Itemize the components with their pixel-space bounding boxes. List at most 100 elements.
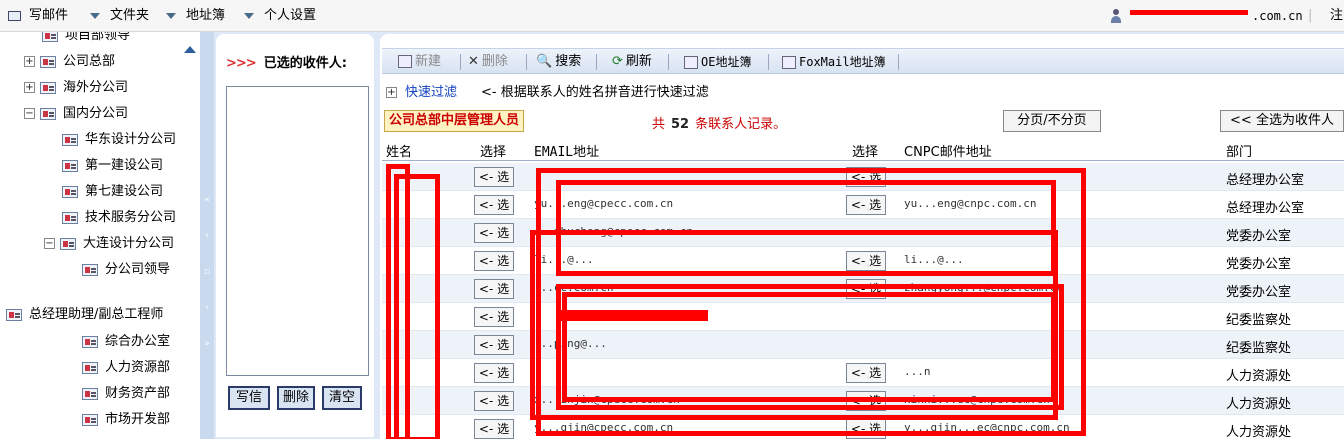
toolbar-separator [526,54,527,70]
mail-icon [8,10,21,21]
select-email-button[interactable]: <- 选 [474,335,514,355]
select-email-button[interactable]: <- 选 [474,391,514,411]
tree-node[interactable]: 华东设计分公司 [62,131,176,149]
tree-node[interactable]: + 公司总部 [24,53,115,71]
paging-toggle-button[interactable]: 分页/不分页 [1003,110,1101,132]
close-icon: ✕ [468,54,479,69]
compose-menu[interactable]: 写邮件 [8,7,68,25]
toolbar-separator [596,54,597,70]
header-select: 选择 [480,145,507,160]
toolbar-separator [768,54,769,70]
department-cell: 总经理办公室 [1226,173,1305,188]
delete-label: 删除 [481,54,508,69]
quick-filter-link[interactable]: 快速过滤 [405,85,457,100]
tree-node[interactable]: 总经理助理/副总工程师 [6,306,163,324]
tree-node[interactable]: 技术服务分公司 [62,209,176,227]
new-label: 新建 [415,54,442,69]
select-email-button[interactable]: <- 选 [474,307,514,327]
header-email[interactable]: EMAIL地址 [534,141,599,160]
collapse-left-icon[interactable]: « [203,196,211,205]
tree-node[interactable]: 市场开发部 [82,411,170,429]
select-email-button[interactable]: <- 选 [474,251,514,271]
select-email-button[interactable]: <- 选 [474,419,514,439]
scroll-up-icon[interactable] [184,46,196,53]
department-cell: 党委办公室 [1226,229,1292,244]
contact-card-icon [40,55,56,68]
department-cell: 党委办公室 [1226,285,1292,300]
recipients-panel: >>> 已选的收件人: 写信 删除 清空 [214,32,376,439]
refresh-button[interactable]: ⟳ 刷新 [612,53,652,71]
department-cell: 纪委监察处 [1226,313,1292,328]
address-book-menu[interactable]: 地址簿 [166,7,225,25]
tree-node-label: 第一建设公司 [85,158,164,173]
tree-node[interactable]: 项目部领导 [42,32,130,45]
restore-icon[interactable]: ▫ [203,268,211,277]
header-department[interactable]: 部门 [1226,141,1252,160]
search-icon: 🔍 [536,54,553,69]
tree-node[interactable]: 第七建设公司 [62,183,163,201]
oe-label: OE地址簿 [701,55,752,69]
current-user [1110,7,1126,25]
select-email-button[interactable]: <- 选 [474,167,514,187]
expand-icon[interactable]: + [386,87,397,98]
tree-node[interactable]: 第一建设公司 [62,157,163,175]
expand-right-icon[interactable]: » [203,340,211,349]
selected-recipients-list[interactable] [226,86,369,376]
new-button[interactable]: 新建 [398,53,441,71]
arrow-right-icon[interactable]: › [203,304,211,313]
clear-button[interactable]: 清空 [322,386,362,410]
contact-card-icon [62,133,78,146]
header-name[interactable]: 姓名 [386,141,412,160]
department-cell: 人力资源处 [1226,397,1292,412]
folder-menu[interactable]: 文件夹 [90,7,149,25]
collapse-icon[interactable]: − [44,238,55,249]
delete-recipient-button[interactable]: 删除 [277,386,315,410]
delete-button[interactable]: ✕ 删除 [468,53,508,71]
search-label: 搜索 [555,54,582,69]
org-tree: 项目部领导 + 公司总部 + 海外分公司 − 国内分公司 华东设计分公司 第一建设公司… [0,32,200,439]
tree-node[interactable]: − 国内分公司 [24,105,128,123]
count-value: 52 [671,117,690,132]
tree-scrollbar[interactable] [180,42,200,439]
arrow-left-icon[interactable]: ‹ [203,232,211,241]
tree-node-label: 分公司领导 [105,262,171,277]
tree-node[interactable]: 人力资源部 [82,359,170,377]
quick-filter-hint: <- 根据联系人的姓名拼音进行快速过滤 [481,85,709,100]
toolbar: 新建 ✕ 删除 🔍 搜索 ⟳ 刷新 OE地址簿 FoxMail地址簿 [382,48,1344,74]
tree-node[interactable]: − 大连设计分公司 [44,235,174,253]
select-email-button[interactable]: <- 选 [474,195,514,215]
refresh-icon: ⟳ [612,54,623,69]
tree-node-label: 市场开发部 [105,412,171,427]
tree-node[interactable]: 综合办公室 [82,333,170,351]
tree-node[interactable]: 分公司领导 [82,261,170,279]
foxmail-address-book-button[interactable]: FoxMail地址簿 [782,53,886,71]
select-email-button[interactable]: <- 选 [474,223,514,243]
personal-settings-menu[interactable]: 个人设置 [244,7,316,25]
tree-node-label: 财务资产部 [105,386,171,401]
oe-address-book-button[interactable]: OE地址簿 [684,53,751,71]
table-header: 姓名 选择 EMAIL地址 选择 CNPC邮件地址 部门 [382,137,1344,161]
search-button[interactable]: 🔍 搜索 [536,53,581,71]
department-cell: 人力资源处 [1226,425,1292,439]
dropdown-arrow-icon [244,12,254,19]
expand-icon[interactable]: + [24,82,35,93]
tree-node-label: 项目部领导 [65,32,131,43]
tree-node[interactable]: + 海外分公司 [24,79,128,97]
collapse-icon[interactable]: − [24,108,35,119]
chevron-icon: >>> [226,56,257,71]
logout-link[interactable]: 注 [1330,7,1343,25]
panel-splitter[interactable]: « ‹ ▫ › » [200,32,214,439]
compose-label: 写邮件 [29,8,69,23]
select-email-button[interactable]: <- 选 [474,363,514,383]
address-book-icon [782,56,796,69]
recipients-panel-body: >>> 已选的收件人: 写信 删除 清空 [216,34,374,437]
expand-icon[interactable]: + [24,56,35,67]
write-button[interactable]: 写信 [228,386,270,410]
select-email-button[interactable]: <- 选 [474,279,514,299]
select-all-button[interactable]: << 全选为收件人 [1220,110,1344,132]
dropdown-arrow-icon [166,12,176,19]
contact-card-icon [40,107,56,120]
tree-node[interactable]: 财务资产部 [82,385,170,403]
user-icon [1110,8,1122,23]
header-cnpc-email[interactable]: CNPC邮件地址 [904,141,992,160]
